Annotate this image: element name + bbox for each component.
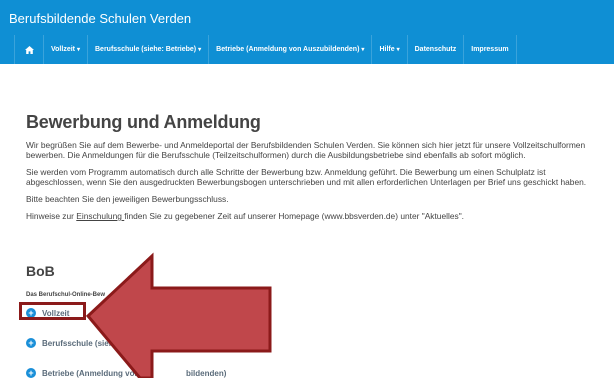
pointer-arrow-icon (85, 252, 272, 378)
pointer-arrow-shape (85, 252, 272, 378)
